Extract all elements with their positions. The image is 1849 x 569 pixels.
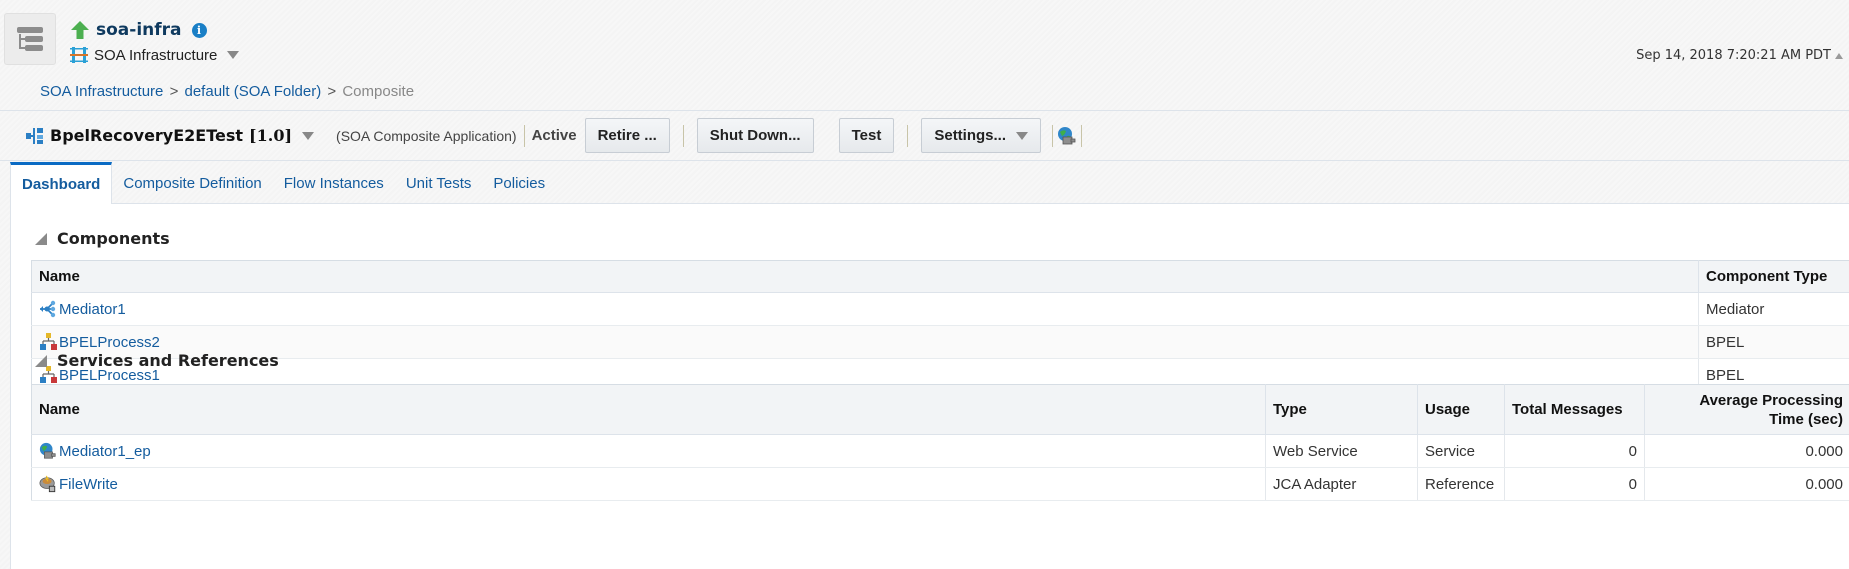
retire-button[interactable]: Retire ...	[584, 118, 670, 153]
info-icon[interactable]: i	[191, 22, 207, 38]
components-title: Components	[57, 229, 170, 248]
settings-button-label: Settings...	[934, 127, 1007, 144]
web-service-icon	[1058, 126, 1076, 144]
mediator-icon	[40, 300, 56, 318]
service-usage: Reference	[1417, 467, 1505, 501]
breadcrumb: SOA Infrastructure > default (SOA Folder…	[40, 83, 414, 100]
tab-flow-instances[interactable]: Flow Instances	[273, 163, 395, 203]
composite-kind: (SOA Composite Application)	[336, 127, 517, 144]
component-link[interactable]: Mediator1	[59, 301, 126, 318]
column-header-line: Average Processing	[1699, 391, 1843, 409]
column-header-avg-processing-time[interactable]: Average Processing Time (sec)	[1644, 384, 1849, 435]
test-button[interactable]: Test	[838, 118, 895, 153]
service-link[interactable]: Mediator1_ep	[59, 443, 151, 460]
total-messages: 0	[1504, 434, 1645, 468]
table-row: BPELProcess2 BPEL	[31, 325, 1849, 359]
composite-version: [1.0]	[249, 126, 293, 145]
disclosure-triangle-icon	[35, 232, 47, 245]
services-title: Services and References	[57, 351, 279, 370]
table-row: FileWrite JCA Adapter Reference 0 0.000	[31, 467, 1849, 501]
breadcrumb-separator: >	[169, 83, 179, 100]
page-refresh-timestamp: Sep 14, 2018 7:20:21 AM PDT	[1636, 48, 1843, 63]
target-name: soa-infra	[96, 20, 182, 40]
column-header-type[interactable]: Type	[1265, 384, 1418, 435]
tab-unit-tests[interactable]: Unit Tests	[395, 163, 483, 203]
target-title: soa-infra i	[70, 20, 207, 40]
target-navigator-icon	[17, 27, 43, 51]
target-type-label: SOA Infrastructure	[94, 46, 218, 64]
shutdown-button[interactable]: Shut Down...	[696, 118, 814, 153]
reference-link[interactable]: FileWrite	[59, 476, 118, 493]
disclosure-triangle-icon	[35, 354, 47, 367]
avg-processing-time: 0.000	[1644, 434, 1849, 468]
web-service-icon	[39, 442, 56, 459]
page-header: soa-infra i SOA Infrastructure Sep 14, 2…	[0, 0, 1849, 108]
bpel-process-icon	[40, 333, 57, 350]
column-header-line: Time (sec)	[1769, 410, 1843, 428]
column-header-component-type[interactable]: Component Type	[1698, 260, 1849, 293]
composite-toolbar: BpelRecoveryE2ETest [1.0] (SOA Composite…	[0, 110, 1849, 161]
breadcrumb-separator: >	[327, 83, 337, 100]
composite-icon	[26, 127, 43, 144]
component-type: Mediator	[1698, 292, 1849, 326]
service-type: JCA Adapter	[1265, 467, 1418, 501]
toolbar-divider	[1052, 124, 1054, 147]
target-menu[interactable]: SOA Infrastructure	[70, 46, 240, 64]
breadcrumb-current: Composite	[342, 83, 415, 100]
composite-name: BpelRecoveryE2ETest	[50, 126, 244, 145]
tab-bar: Dashboard Composite Definition Flow Inst…	[10, 162, 1849, 204]
chevron-down-icon	[227, 51, 240, 59]
navigator-toggle-button[interactable]	[4, 13, 56, 65]
chevron-down-icon	[302, 131, 315, 140]
services-section-header[interactable]: Services and References	[35, 351, 279, 370]
column-header-name[interactable]: Name	[31, 260, 1699, 293]
tab-dashboard[interactable]: Dashboard	[10, 162, 113, 204]
dashboard-panel: Components Name Component Type Mediator1…	[10, 204, 1849, 569]
total-messages: 0	[1504, 467, 1645, 501]
toolbar-divider	[1081, 124, 1083, 147]
toolbar-divider	[907, 124, 909, 147]
table-row: Mediator1_ep Web Service Service 0 0.000	[31, 434, 1849, 468]
breadcrumb-soa-infrastructure[interactable]: SOA Infrastructure	[40, 83, 163, 100]
table-row: Mediator1 Mediator	[31, 292, 1849, 326]
jca-adapter-icon	[39, 475, 56, 493]
web-service-test-button[interactable]	[1057, 126, 1077, 146]
chevron-down-icon	[1016, 131, 1029, 140]
service-type: Web Service	[1265, 434, 1418, 468]
breadcrumb-soa-folder[interactable]: default (SOA Folder)	[185, 83, 322, 100]
services-references-table: Name Type Usage Total Messages Average P…	[31, 384, 1849, 501]
service-usage: Service	[1417, 434, 1505, 468]
component-type: BPEL	[1698, 325, 1849, 359]
column-header-usage[interactable]: Usage	[1417, 384, 1505, 435]
composite-menu[interactable]: BpelRecoveryE2ETest [1.0]	[26, 126, 315, 145]
tab-policies[interactable]: Policies	[482, 163, 556, 203]
toolbar-divider	[523, 124, 525, 147]
component-link[interactable]: BPELProcess2	[59, 334, 160, 351]
settings-button[interactable]: Settings...	[921, 118, 1042, 153]
column-header-name[interactable]: Name	[31, 384, 1266, 435]
toolbar-divider	[682, 124, 684, 147]
soa-infrastructure-icon	[70, 47, 88, 63]
column-header-total-messages[interactable]: Total Messages	[1504, 384, 1645, 435]
tab-composite-definition[interactable]: Composite Definition	[112, 163, 272, 203]
composite-status: Active	[531, 127, 577, 144]
refresh-menu-icon[interactable]	[1835, 52, 1843, 59]
components-section-header[interactable]: Components	[35, 229, 170, 248]
timestamp-text: Sep 14, 2018 7:20:21 AM PDT	[1636, 48, 1831, 63]
status-up-arrow-icon	[71, 21, 89, 39]
avg-processing-time: 0.000	[1644, 467, 1849, 501]
components-table: Name Component Type Mediator1 Mediator B…	[31, 260, 1849, 392]
